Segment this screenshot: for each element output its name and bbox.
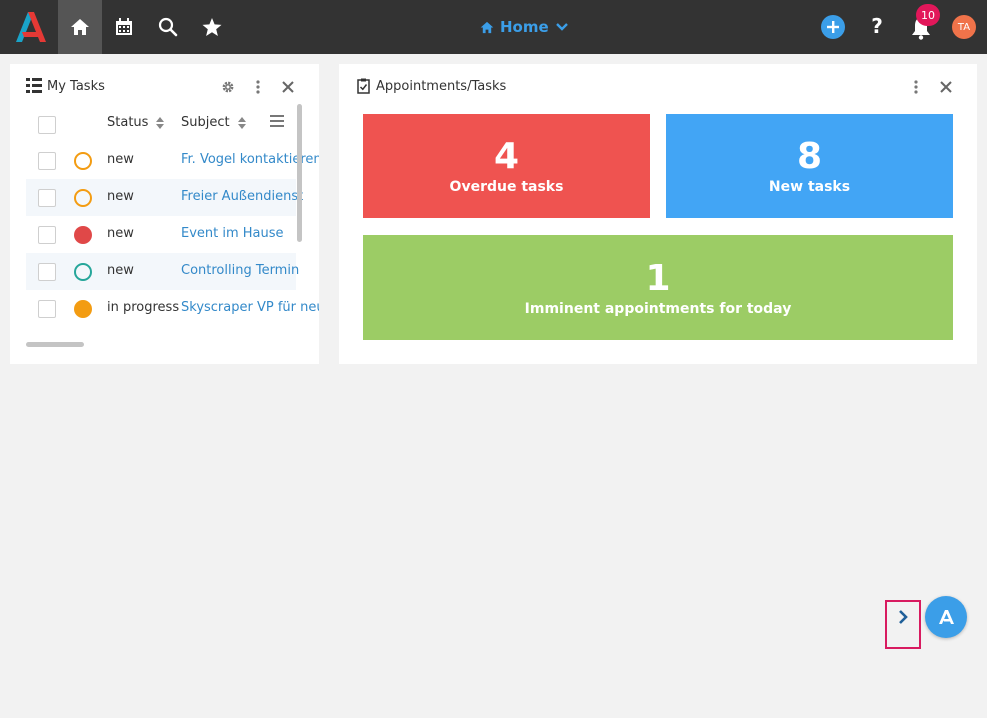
home-dashboard-dropdown[interactable]: Home (480, 0, 569, 54)
task-status: new (107, 263, 134, 278)
gear-icon[interactable] (221, 80, 235, 94)
chevron-down-icon (555, 23, 568, 31)
overdue-count: 4 (493, 136, 520, 177)
nav-search-button[interactable] (146, 0, 190, 54)
search-icon (158, 17, 178, 37)
app-logo-icon (939, 610, 954, 624)
widget-title: Appointments/Tasks (376, 79, 507, 94)
table-row[interactable]: new Freier Außendienst (26, 179, 303, 216)
widget-header: My Tasks (10, 64, 319, 110)
table-row[interactable]: in progress Skyscraper VP für neue (26, 290, 319, 327)
chevron-right-icon (899, 610, 908, 624)
row-checkbox[interactable] (38, 226, 56, 244)
my-tasks-widget: My Tasks Status Subject new Fr. Vogel kon… (10, 64, 319, 364)
home-icon (480, 21, 494, 33)
close-icon[interactable] (282, 81, 294, 93)
overdue-tasks-tile[interactable]: 4 Overdue tasks (363, 114, 650, 218)
task-subject-link[interactable]: Freier Außendienst (181, 189, 303, 204)
collapse-panel-button[interactable] (885, 600, 921, 649)
appointments-tasks-widget: Appointments/Tasks 4 Overdue tasks 8 New… (339, 64, 977, 364)
imminent-count: 1 (645, 257, 671, 299)
close-icon[interactable] (940, 81, 952, 93)
help-button[interactable]: ? (866, 14, 888, 38)
tasks-table-header: Status Subject (26, 110, 296, 136)
status-indicator-icon (74, 263, 92, 281)
nav-calendar-button[interactable] (102, 0, 146, 54)
status-indicator-icon (74, 300, 92, 318)
row-checkbox[interactable] (38, 300, 56, 318)
top-navigation-bar: Home ? 10 TA (0, 0, 987, 54)
clipboard-check-icon (357, 78, 370, 94)
select-all-checkbox[interactable] (38, 116, 56, 134)
table-row[interactable]: new Event im Hause (26, 216, 296, 253)
more-vertical-icon[interactable] (913, 80, 919, 94)
notification-count-badge: 10 (916, 4, 940, 26)
row-checkbox[interactable] (38, 189, 56, 207)
list-icon (26, 78, 42, 93)
vertical-scrollbar[interactable] (297, 104, 302, 242)
home-icon (71, 19, 89, 35)
more-vertical-icon[interactable] (255, 80, 261, 94)
new-tasks-tile[interactable]: 8 New tasks (666, 114, 953, 218)
nav-favorites-button[interactable] (190, 0, 234, 54)
sort-icon (237, 116, 246, 129)
subject-column-header[interactable]: Subject (181, 115, 246, 130)
task-status: in progress (107, 300, 180, 315)
nav-home-button[interactable] (58, 0, 102, 54)
task-status: new (107, 226, 134, 241)
status-indicator-icon (74, 226, 92, 244)
sort-icon (156, 116, 165, 129)
table-row[interactable]: new Controlling Termin (26, 253, 299, 290)
horizontal-scrollbar[interactable] (26, 342, 84, 347)
row-checkbox[interactable] (38, 152, 56, 170)
task-subject-link[interactable]: Event im Hause (181, 226, 284, 241)
task-status: new (107, 189, 134, 204)
imminent-label: Imminent appointments for today (524, 300, 792, 317)
widget-title: My Tasks (47, 79, 105, 94)
calendar-icon (116, 18, 132, 35)
new-count: 8 (796, 136, 823, 177)
create-new-button[interactable] (821, 15, 845, 39)
new-label: New tasks (768, 179, 851, 195)
overdue-label: Overdue tasks (449, 179, 564, 195)
widget-header: Appointments/Tasks (339, 64, 977, 110)
user-avatar[interactable]: TA (952, 15, 976, 39)
app-logo[interactable] (12, 10, 48, 44)
column-menu-icon[interactable] (270, 115, 284, 127)
task-subject-link[interactable]: Controlling Termin (181, 263, 299, 278)
imminent-appointments-tile[interactable]: 1 Imminent appointments for today (363, 235, 953, 340)
status-indicator-icon (74, 189, 92, 207)
star-icon (202, 17, 222, 36)
status-column-header[interactable]: Status (107, 115, 165, 130)
task-subject-link[interactable]: Skyscraper VP für neue (181, 300, 319, 315)
dashboard-title: Home (500, 18, 549, 36)
plus-icon (827, 21, 839, 33)
status-indicator-icon (74, 152, 92, 170)
assistant-fab-button[interactable] (925, 596, 967, 638)
row-checkbox[interactable] (38, 263, 56, 281)
table-row[interactable]: new Fr. Vogel kontaktieren (26, 142, 319, 179)
task-status: new (107, 152, 134, 167)
